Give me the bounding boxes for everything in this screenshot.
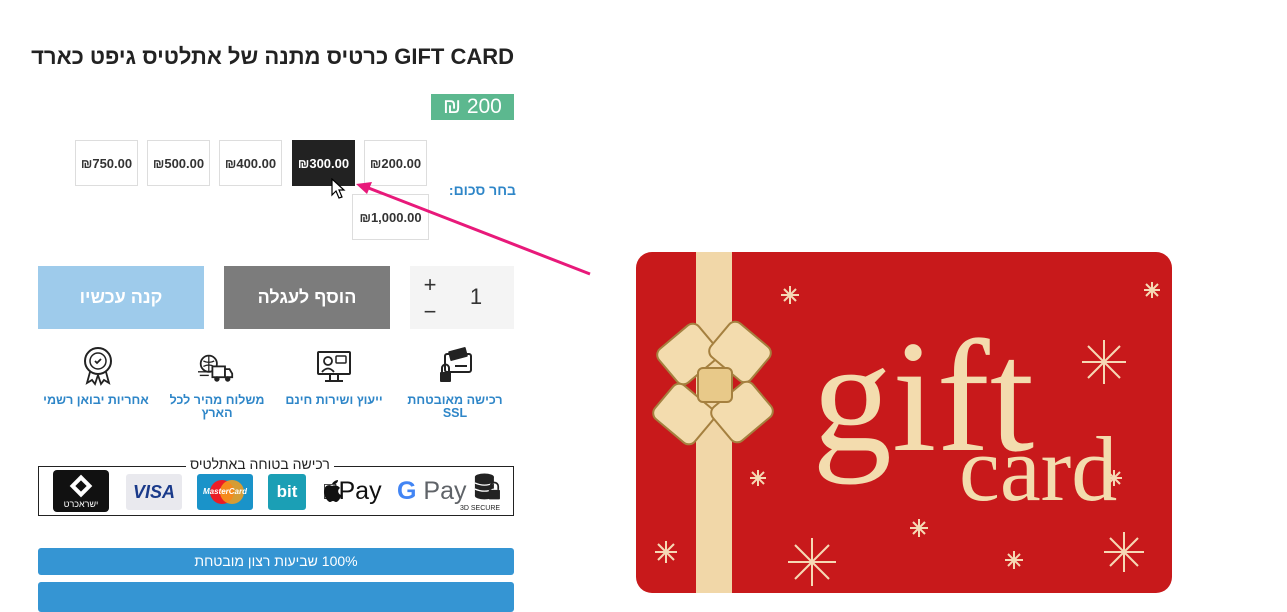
- warranty-badge-icon: [84, 347, 112, 386]
- info-banner: [38, 582, 514, 612]
- fast-shipping-icon: [198, 354, 234, 382]
- satisfaction-banner: 100% שביעות רצון מובטחת: [38, 548, 514, 575]
- bit-logo: bit: [268, 474, 306, 510]
- 3d-secure-logo: [474, 473, 500, 500]
- feature-label-support: ייעוץ ושירות חינם: [285, 393, 383, 407]
- annotation-arrow: [356, 182, 591, 276]
- buy-now-button[interactable]: קנה עכשיו: [38, 266, 204, 329]
- secure-card-icon: [440, 347, 472, 382]
- quantity-input[interactable]: 1: [468, 284, 484, 310]
- amount-option-500[interactable]: ₪500.00: [147, 140, 210, 186]
- feature-label-shipping: משלוח מהיר לכל הארץ: [169, 393, 265, 420]
- amount-option-400[interactable]: ₪400.00: [219, 140, 282, 186]
- card-word: card: [959, 418, 1117, 520]
- google-pay-logo: G Pay: [397, 477, 467, 505]
- feature-label-warranty: אחריות יבואן רשמי: [43, 393, 149, 407]
- isracard-logo: ישראכרט: [53, 470, 109, 512]
- secure-payment-title: רכישה בטוחה באתלטיס: [186, 456, 334, 472]
- amount-option-750[interactable]: ₪750.00: [75, 140, 138, 186]
- quantity-minus-button[interactable]: −: [420, 299, 440, 325]
- mastercard-logo: MasterCard: [197, 474, 253, 510]
- feature-label-ssl: רכישה מאובטחת SSL: [407, 393, 503, 420]
- product-title: GIFT CARD כרטיס מתנה של אתלטיס גיפט כארד: [31, 44, 514, 69]
- gift-card-image: gift card: [636, 252, 1172, 593]
- apple-icon: [324, 480, 341, 502]
- support-computer-icon: [317, 351, 351, 382]
- mouse-cursor-icon: [331, 178, 346, 199]
- visa-logo: VISA: [126, 474, 182, 510]
- quantity-plus-button[interactable]: +: [420, 272, 440, 298]
- add-to-cart-button[interactable]: הוסף לעגלה: [224, 266, 390, 329]
- isracard-symbol-icon: [69, 474, 93, 498]
- price-badge: 200 ₪: [431, 94, 514, 120]
